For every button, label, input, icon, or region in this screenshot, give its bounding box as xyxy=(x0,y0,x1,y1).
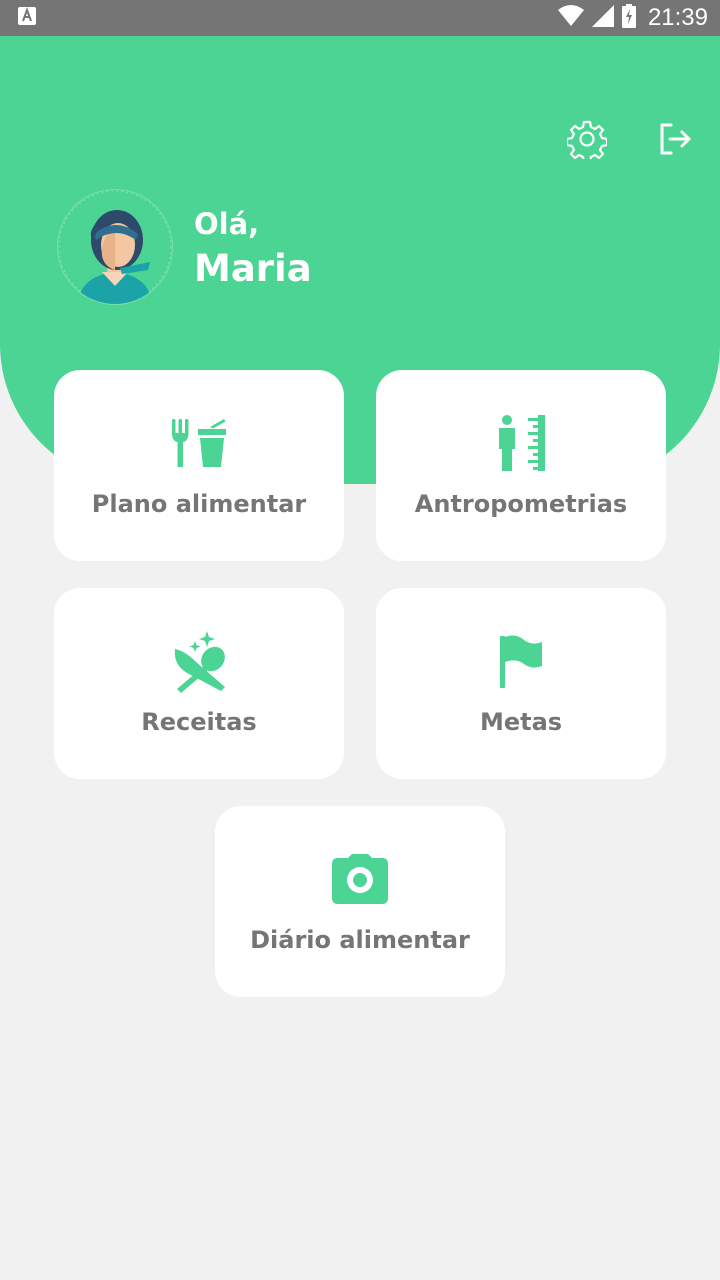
logout-button[interactable] xyxy=(654,118,696,160)
fork-and-drink-icon xyxy=(172,419,226,467)
camera-icon xyxy=(332,854,388,904)
settings-button[interactable] xyxy=(566,118,608,160)
person-ruler-icon xyxy=(499,415,545,471)
utensils-sparkle-icon xyxy=(174,631,225,693)
card-label: Metas xyxy=(479,708,563,736)
card-label: Plano alimentar xyxy=(91,490,307,518)
header-actions xyxy=(566,118,696,160)
woman-avatar-icon xyxy=(58,190,172,304)
signal-icon xyxy=(591,5,614,31)
card-receitas[interactable]: Receitas xyxy=(54,588,344,779)
battery-icon xyxy=(621,4,636,32)
card-label: Antropometrias xyxy=(414,490,628,518)
card-antropometrias[interactable]: Antropometrias xyxy=(376,370,666,561)
status-time: 21:39 xyxy=(647,4,708,31)
user-name: Maria xyxy=(194,247,312,290)
wifi-icon xyxy=(557,5,584,31)
card-label: Diário alimentar xyxy=(250,926,470,954)
card-label: Receitas xyxy=(141,708,257,736)
card-diario-alimentar[interactable]: Diário alimentar xyxy=(215,806,505,997)
notification-app-icon xyxy=(18,7,36,29)
logout-icon xyxy=(660,123,691,155)
card-plano-alimentar[interactable]: Plano alimentar xyxy=(54,370,344,561)
card-metas[interactable]: Metas xyxy=(376,588,666,779)
status-bar: 21:39 xyxy=(0,0,720,36)
avatar[interactable] xyxy=(58,190,172,304)
gear-icon xyxy=(567,120,607,159)
flag-icon xyxy=(500,635,542,688)
greeting: Olá, Maria xyxy=(194,204,312,294)
greeting-text: Olá, xyxy=(194,207,260,241)
